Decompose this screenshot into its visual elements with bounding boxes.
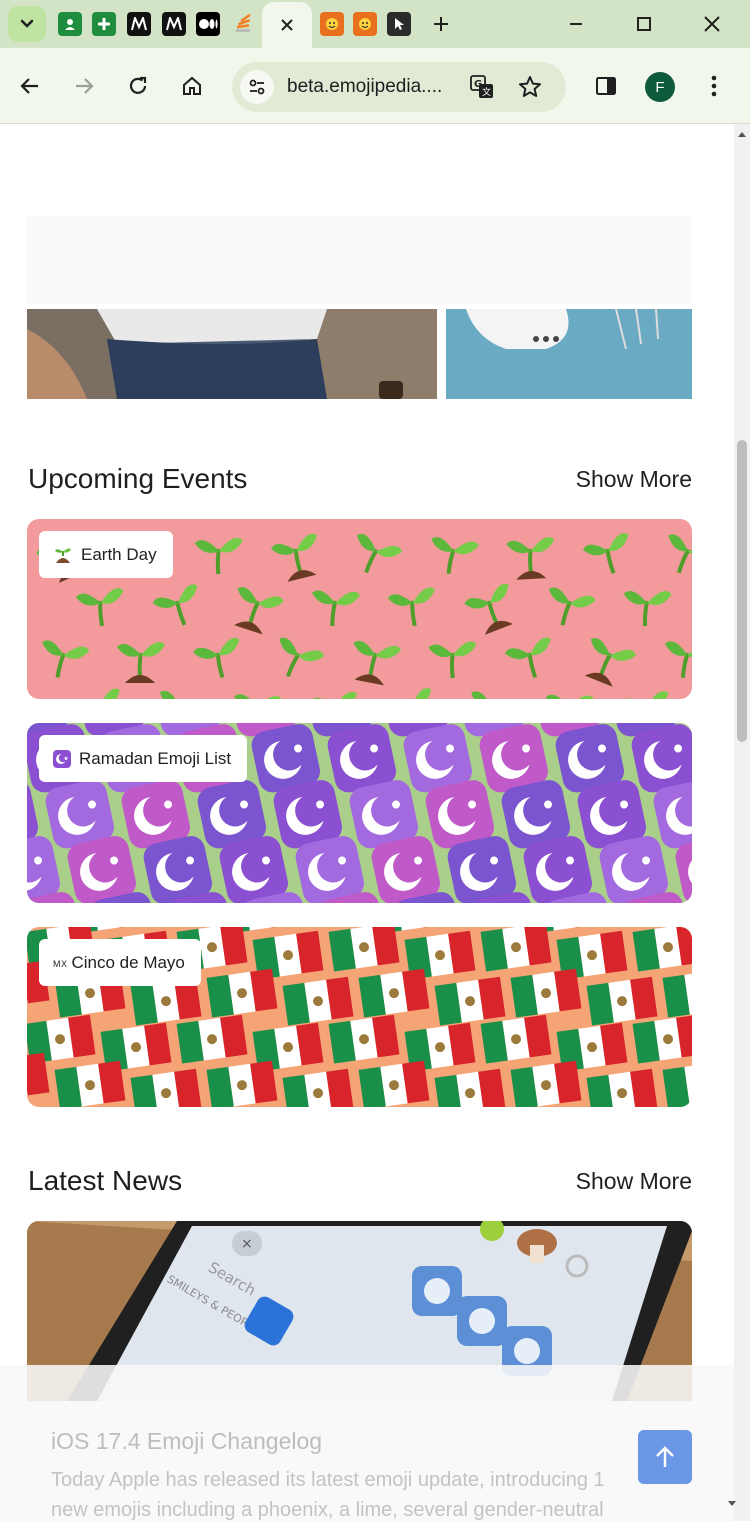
new-tab-button[interactable] [418, 8, 464, 40]
tab-emojipedia-active[interactable] [262, 2, 312, 48]
forward-button[interactable] [68, 70, 100, 102]
cursor-icon [395, 18, 404, 30]
emojipedia-logo-icon [359, 18, 371, 30]
tab-emojipedia-3[interactable] [353, 12, 377, 36]
medium-m-icon [131, 17, 147, 31]
article-thumbnail-baby[interactable] [446, 309, 692, 399]
svg-text:×: × [241, 1236, 253, 1252]
contacts-icon [65, 19, 75, 30]
star-icon [519, 76, 541, 97]
news-excerpt-line: Today Apple has released its latest emoj… [51, 1469, 605, 1491]
window-close-button[interactable] [689, 8, 735, 40]
tab-contacts[interactable] [58, 12, 82, 36]
tune-icon [249, 79, 265, 95]
event-label-text: Earth Day [81, 544, 157, 564]
reload-icon [129, 76, 147, 94]
translate-button[interactable]: G文 [466, 71, 498, 103]
scroll-up-arrow-icon[interactable] [737, 130, 747, 138]
plus-icon [434, 17, 448, 31]
page-scrollbar[interactable] [734, 124, 750, 1521]
more-vertical-icon [711, 75, 717, 97]
latest-news-heading: Latest News [28, 1165, 183, 1196]
news-article-excerpt: Today Apple has released its latest emoj… [51, 1465, 651, 1521]
tab-search-button[interactable] [8, 6, 46, 42]
news-article-title[interactable]: iOS 17.4 Emoji Changelog [51, 1428, 322, 1455]
tab-medium-2[interactable] [162, 12, 186, 36]
forward-arrow-icon [76, 78, 94, 94]
event-card-earth-day[interactable]: Earth Day [27, 519, 692, 699]
side-panel-button[interactable] [590, 70, 622, 102]
event-label-text: Ramadan Emoji List [79, 748, 232, 768]
tab-plus[interactable] [92, 12, 116, 36]
event-label[interactable]: Ramadan Emoji List [39, 735, 248, 782]
close-icon[interactable] [279, 17, 295, 33]
home-icon [183, 76, 201, 95]
tab-medium-3[interactable] [196, 12, 220, 36]
baby-clothes-photo-image [446, 309, 692, 399]
emojipedia-logo-icon [326, 18, 338, 30]
event-card-cinco-de-mayo[interactable]: MX Cinco de Mayo [27, 927, 692, 1107]
chevron-down-icon [20, 19, 34, 28]
crescent-star-icon [53, 749, 71, 768]
tab-stack[interactable] [231, 12, 255, 36]
news-show-more-link[interactable]: Show More [576, 1168, 692, 1195]
reload-button[interactable] [122, 70, 154, 102]
arrow-up-icon [656, 1446, 674, 1467]
address-bar[interactable]: beta.emojipedia.... G文 [232, 62, 566, 112]
news-excerpt-line: new emojis including a phoenix, a lime, … [51, 1499, 604, 1521]
maximize-icon [637, 17, 651, 31]
browser-tab-strip [0, 0, 750, 48]
home-button[interactable] [176, 70, 208, 102]
scroll-down-arrow-icon[interactable] [727, 1500, 737, 1508]
maximize-button[interactable] [621, 8, 667, 40]
mexico-flag-icon: MX [53, 955, 68, 970]
tab-cursor[interactable] [387, 12, 411, 36]
scrollbar-thumb[interactable] [737, 440, 747, 742]
plus-box-icon [98, 18, 110, 30]
ad-placeholder [27, 216, 692, 304]
bookmark-button[interactable] [514, 71, 546, 103]
medium-m-icon [166, 17, 182, 31]
event-label[interactable]: Earth Day [39, 531, 173, 578]
back-to-top-button[interactable] [638, 1430, 692, 1484]
tab-emojipedia-2[interactable] [320, 12, 344, 36]
site-info-button[interactable] [240, 70, 274, 104]
browser-toolbar: beta.emojipedia.... G文 F [0, 48, 750, 124]
event-label-text: Cinco de Mayo [71, 952, 185, 972]
upcoming-events-heading: Upcoming Events [28, 463, 248, 494]
browser-menu-button[interactable] [698, 70, 730, 102]
back-arrow-icon [20, 78, 38, 94]
event-label[interactable]: MX Cinco de Mayo [39, 939, 201, 986]
svg-text:文: 文 [482, 86, 491, 98]
url-text: beta.emojipedia.... [287, 76, 443, 97]
translate-icon: G文 [470, 75, 493, 98]
events-show-more-link[interactable]: Show More [576, 466, 692, 493]
tab-medium-1[interactable] [127, 12, 151, 36]
back-button[interactable] [14, 70, 46, 102]
seedling-icon [53, 545, 73, 565]
minimize-icon [570, 23, 582, 25]
profile-avatar[interactable]: F [645, 72, 675, 102]
minimize-button[interactable] [553, 8, 599, 40]
article-thumbnail-man[interactable] [27, 309, 437, 399]
close-icon [704, 16, 720, 32]
medium-dots-icon [199, 19, 218, 29]
side-panel-icon [596, 77, 616, 95]
person-photo-image [27, 309, 437, 399]
stack-icon [236, 14, 251, 32]
event-card-ramadan[interactable]: Ramadan Emoji List [27, 723, 692, 903]
